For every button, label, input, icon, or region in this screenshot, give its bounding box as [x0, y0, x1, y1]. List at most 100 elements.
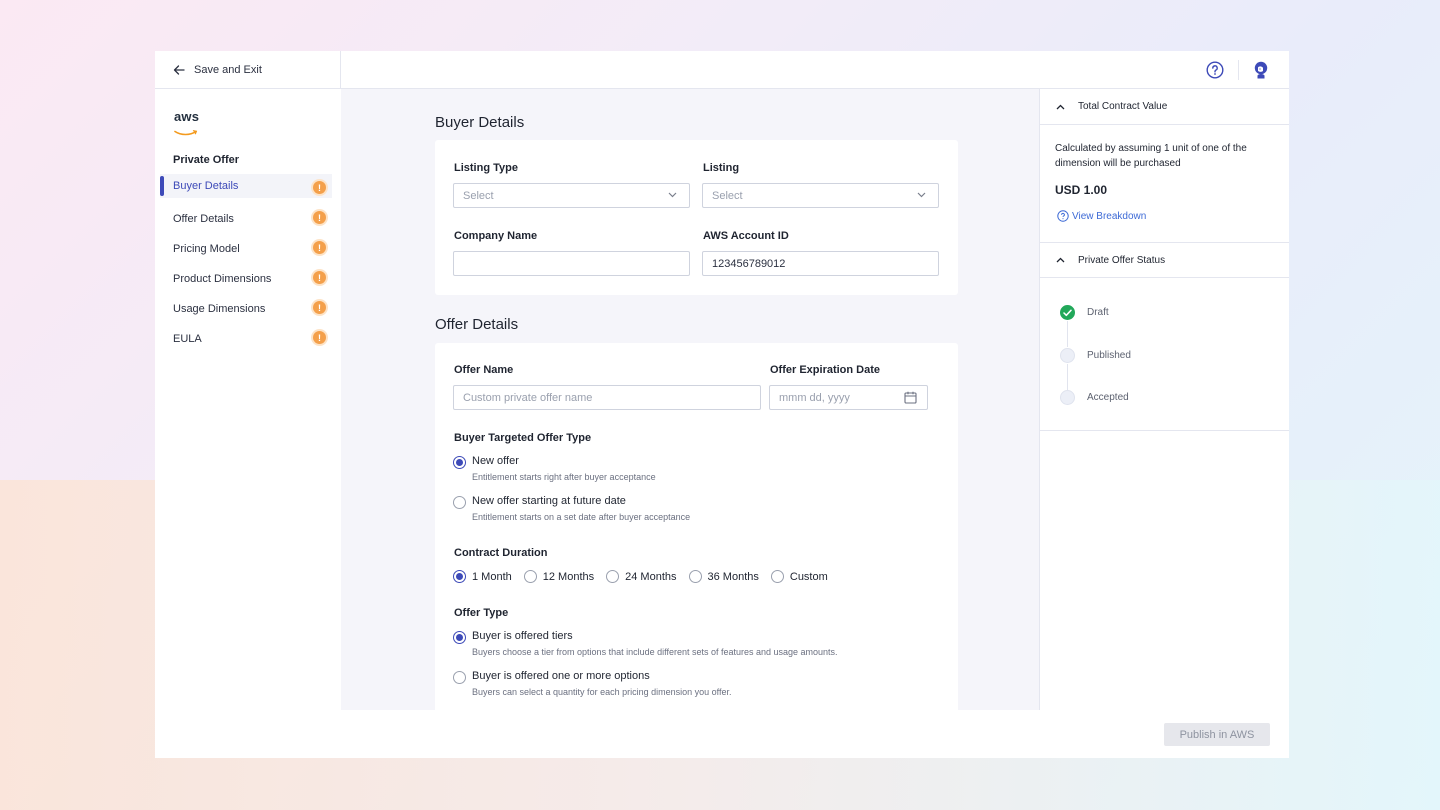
warning-icon: ! — [313, 181, 326, 194]
aws-account-id-label: AWS Account ID — [703, 230, 789, 242]
save-and-exit-label: Save and Exit — [194, 64, 262, 76]
radio-button[interactable] — [453, 631, 466, 644]
company-name-input[interactable] — [453, 251, 690, 276]
targeted-offer-type-label: Buyer Targeted Offer Type — [454, 432, 592, 444]
status-connector — [1067, 321, 1068, 347]
help-circle-icon — [1057, 210, 1069, 222]
sidebar-item-offer-details[interactable]: Offer Details ! — [160, 204, 332, 234]
pending-circle-icon — [1060, 390, 1075, 405]
view-breakdown-link[interactable]: View Breakdown — [1057, 210, 1146, 222]
sidebar-title: Private Offer — [173, 154, 240, 166]
radio-1-month[interactable]: 1 Month — [453, 570, 512, 583]
listing-type-value: Select — [463, 189, 494, 202]
status-step-draft: Draft — [1060, 305, 1109, 320]
footer-bar: Publish in AWS — [155, 710, 1289, 758]
radio-label: New offer starting at future date — [472, 495, 626, 507]
radio-offered-options[interactable]: Buyer is offered one or more options Buy… — [453, 670, 731, 697]
warning-icon: ! — [313, 301, 326, 314]
radio-description: Entitlement starts right after buyer acc… — [472, 472, 656, 482]
status-step-label: Draft — [1087, 307, 1109, 318]
warning-icon: ! — [313, 211, 326, 224]
offer-details-title: Offer Details — [435, 316, 519, 333]
buyer-details-card: Listing Type Select Listing Select Compa… — [435, 140, 958, 295]
radio-label: 24 Months — [625, 570, 677, 583]
radio-button[interactable] — [453, 496, 466, 509]
radio-button[interactable] — [453, 570, 466, 583]
private-offer-status-header[interactable]: Private Offer Status — [1040, 242, 1289, 278]
radio-label: Buyer is offered one or more options — [472, 670, 650, 682]
sidebar-item-label: Usage Dimensions — [173, 303, 266, 315]
sidebar: aws Private Offer Buyer Details ! Offer … — [155, 89, 341, 710]
total-contract-value-header[interactable]: Total Contract Value — [1040, 89, 1289, 125]
radio-description: Buyers can select a quantity for each pr… — [472, 687, 732, 697]
sidebar-item-label: Pricing Model — [173, 243, 240, 255]
divider — [1040, 430, 1289, 431]
sidebar-item-label: Offer Details — [173, 213, 234, 225]
topbar-divider — [1238, 60, 1239, 80]
company-name-label: Company Name — [454, 230, 538, 242]
arrow-left-icon — [173, 65, 185, 75]
main-content: Buyer Details Listing Type Select Listin… — [341, 89, 1039, 710]
warning-icon: ! — [313, 271, 326, 284]
radio-label: Buyer is offered tiers — [472, 630, 573, 642]
warning-icon: ! — [313, 331, 326, 344]
offer-name-input[interactable]: Custom private offer name — [453, 385, 761, 410]
radio-36-months[interactable]: 36 Months — [688, 570, 759, 583]
status-step-label: Accepted — [1087, 392, 1129, 403]
offer-name-placeholder: Custom private offer name — [463, 391, 593, 404]
sidebar-item-label: Buyer Details — [173, 180, 239, 192]
radio-12-months[interactable]: 12 Months — [523, 570, 595, 583]
chevron-up-icon — [1056, 104, 1065, 109]
user-avatar-icon[interactable] — [1251, 60, 1271, 80]
help-icon[interactable] — [1206, 61, 1224, 79]
offer-expiration-input[interactable]: mmm dd, yyyy — [769, 385, 928, 410]
radio-label: Custom — [789, 570, 828, 583]
offer-details-card: Offer Name Custom private offer name Off… — [435, 343, 958, 710]
listing-value: Select — [712, 189, 743, 202]
tcv-amount: USD 1.00 — [1055, 183, 1108, 197]
sidebar-item-product-dimensions[interactable]: Product Dimensions ! — [160, 264, 332, 294]
radio-description: Entitlement starts on a set date after b… — [472, 512, 691, 522]
radio-button[interactable] — [453, 671, 466, 684]
listing-type-label: Listing Type — [454, 162, 518, 174]
sidebar-nav: Buyer Details ! Offer Details ! Pricing … — [160, 174, 332, 354]
radio-label: 1 Month — [472, 570, 512, 583]
view-breakdown-label: View Breakdown — [1072, 210, 1147, 222]
radio-button[interactable] — [523, 570, 537, 583]
status-connector — [1067, 364, 1068, 390]
radio-future-offer[interactable]: New offer starting at future date Entitl… — [453, 495, 690, 522]
radio-custom[interactable]: Custom — [770, 570, 828, 583]
chevron-down-icon — [917, 192, 926, 198]
warning-icon: ! — [313, 241, 326, 254]
sidebar-item-label: EULA — [173, 333, 202, 345]
private-offer-status-title: Private Offer Status — [1078, 254, 1166, 266]
listing-type-select[interactable]: Select — [453, 183, 690, 208]
buyer-details-title: Buyer Details — [435, 114, 525, 131]
sidebar-item-pricing-model[interactable]: Pricing Model ! — [160, 234, 332, 264]
radio-label: 12 Months — [542, 570, 595, 583]
contract-duration-label: Contract Duration — [454, 547, 548, 559]
radio-button[interactable] — [770, 570, 784, 583]
publish-in-aws-button[interactable]: Publish in AWS — [1164, 723, 1270, 746]
sidebar-item-eula[interactable]: EULA ! — [160, 324, 332, 354]
sidebar-item-buyer-details[interactable]: Buyer Details ! — [160, 174, 332, 198]
radio-button[interactable] — [453, 456, 466, 469]
sidebar-item-usage-dimensions[interactable]: Usage Dimensions ! — [160, 294, 332, 324]
radio-new-offer[interactable]: New offer Entitlement starts right after… — [453, 455, 656, 482]
radio-label: 36 Months — [707, 570, 759, 583]
listing-select[interactable]: Select — [702, 183, 939, 208]
offer-type-label: Offer Type — [454, 607, 509, 619]
offer-expiration-label: Offer Expiration Date — [770, 364, 881, 376]
aws-account-id-value: 123456789012 — [712, 257, 786, 270]
radio-button[interactable] — [606, 570, 620, 583]
radio-description: Buyers choose a tier from options that i… — [472, 647, 838, 657]
calendar-icon[interactable] — [904, 391, 917, 404]
status-step-accepted: Accepted — [1060, 390, 1129, 405]
radio-offered-tiers[interactable]: Buyer is offered tiers Buyers choose a t… — [453, 630, 838, 657]
tcv-description: Calculated by assuming 1 unit of one of … — [1055, 143, 1247, 169]
aws-account-id-input[interactable]: 123456789012 — [702, 251, 939, 276]
radio-24-months[interactable]: 24 Months — [606, 570, 677, 583]
right-panel: Total Contract Value Calculated by assum… — [1039, 89, 1289, 710]
radio-button[interactable] — [688, 570, 702, 583]
save-and-exit-button[interactable]: Save and Exit — [155, 51, 341, 89]
